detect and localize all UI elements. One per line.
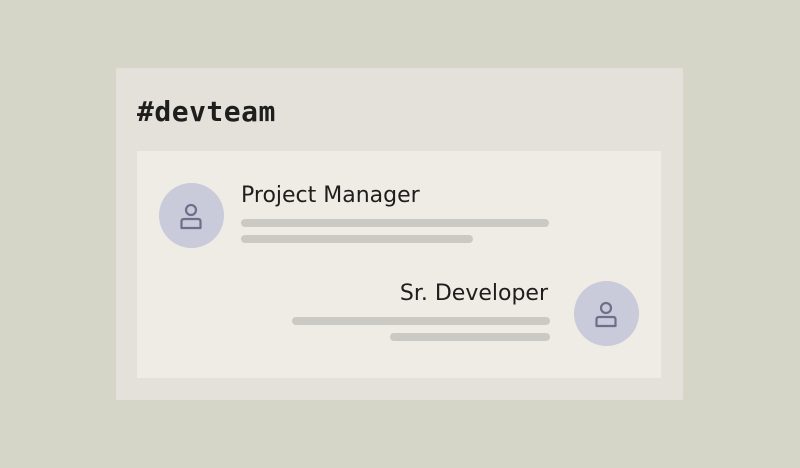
message-text-placeholder [390, 333, 550, 341]
message-author: Project Manager [241, 183, 420, 208]
message-text-placeholder [241, 219, 549, 227]
avatar[interactable] [574, 281, 639, 346]
message-text-placeholder [292, 317, 550, 325]
message-author: Sr. Developer [399, 281, 548, 306]
channel-card: #devteam Project Manager Sr. Developer [116, 68, 683, 400]
message-text-placeholder [241, 235, 473, 243]
user-icon [595, 301, 617, 328]
chat-panel: Project Manager Sr. Developer [137, 151, 661, 378]
user-icon [180, 203, 202, 230]
channel-title: #devteam [137, 95, 276, 128]
avatar[interactable] [159, 183, 224, 248]
